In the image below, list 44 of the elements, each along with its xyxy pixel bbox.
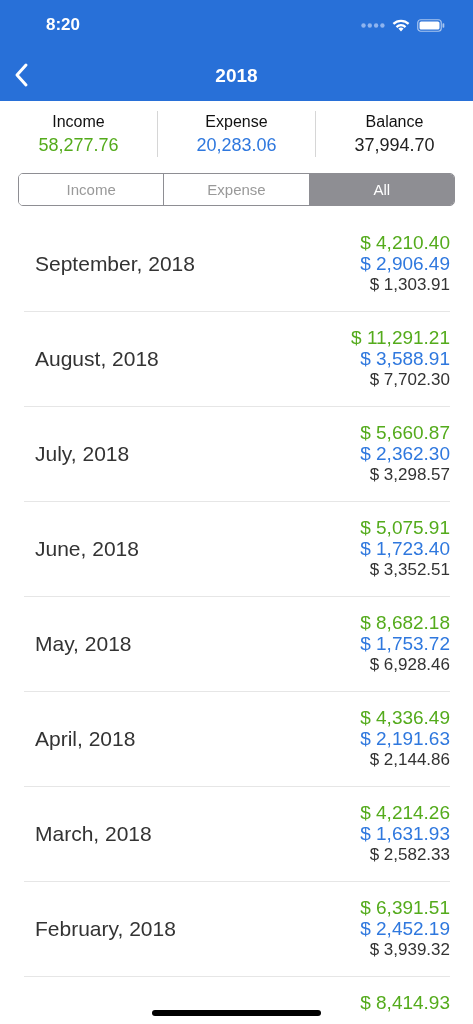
summary-value: 37,994.70 — [354, 134, 435, 157]
expense-amount: $ 1,723.40 — [360, 538, 450, 559]
month-label[interactable]: July, 2018 — [24, 442, 130, 466]
summary-label: Income — [52, 112, 105, 132]
expense-amount: $ 2,191.63 — [360, 728, 450, 749]
income-amount: $ 8,414.93 — [360, 992, 450, 1013]
summary-value: 58,277.76 — [38, 134, 119, 157]
wifi-icon — [392, 18, 410, 32]
month-label[interactable]: April, 2018 — [24, 727, 136, 751]
expense-amount: $ 2,452.19 — [360, 918, 450, 939]
expense-amount: $ 1,753.72 — [360, 633, 450, 654]
income-amount: $ 4,214.26 — [360, 802, 450, 823]
income-amount: $ 6,391.51 — [360, 897, 450, 918]
income-amount: $ 4,210.40 — [360, 232, 450, 253]
income-amount: $ 5,660.87 — [360, 422, 450, 443]
month-label[interactable]: June, 2018 — [24, 537, 139, 561]
income-amount: $ 11,291.21 — [351, 327, 450, 348]
income-amount: $ 8,682.18 — [360, 612, 450, 633]
month-label[interactable]: February, 2018 — [24, 917, 176, 941]
balance-amount: $ 2,144.86 — [369, 749, 450, 770]
summary-label: Expense — [205, 112, 268, 132]
status-time: 8:20 — [46, 15, 81, 35]
nav-title: 2018 — [215, 64, 258, 87]
balance-amount: $ 7,702.30 — [369, 369, 450, 390]
income-amount: $ 5,075.91 — [360, 517, 450, 538]
month-label[interactable]: August, 2018 — [24, 347, 159, 371]
expense-amount: $ 2,906.49 — [360, 253, 450, 274]
balance-amount: $ 6,928.46 — [369, 654, 450, 675]
month-label[interactable]: May, 2018 — [24, 632, 132, 656]
balance-amount: $ 3,939.32 — [369, 939, 450, 960]
signal-icon — [361, 22, 385, 28]
balance-amount: $ 3,298.57 — [369, 464, 450, 485]
summary-value: 20,283.06 — [196, 134, 277, 157]
balance-amount: $ 2,582.33 — [369, 844, 450, 865]
summary-label: Balance — [365, 112, 424, 132]
income-amount: $ 4,336.49 — [360, 707, 450, 728]
battery-icon — [417, 18, 445, 32]
expense-amount: $ 1,631.93 — [360, 823, 450, 844]
expense-amount: $ 3,588.91 — [360, 348, 450, 369]
expense-amount: $ 2,362.30 — [360, 443, 450, 464]
month-label[interactable]: September, 2018 — [24, 252, 195, 276]
month-label[interactable]: March, 2018 — [24, 822, 152, 846]
balance-amount: $ 1,303.91 — [369, 274, 450, 295]
balance-amount: $ 3,352.51 — [369, 559, 450, 580]
